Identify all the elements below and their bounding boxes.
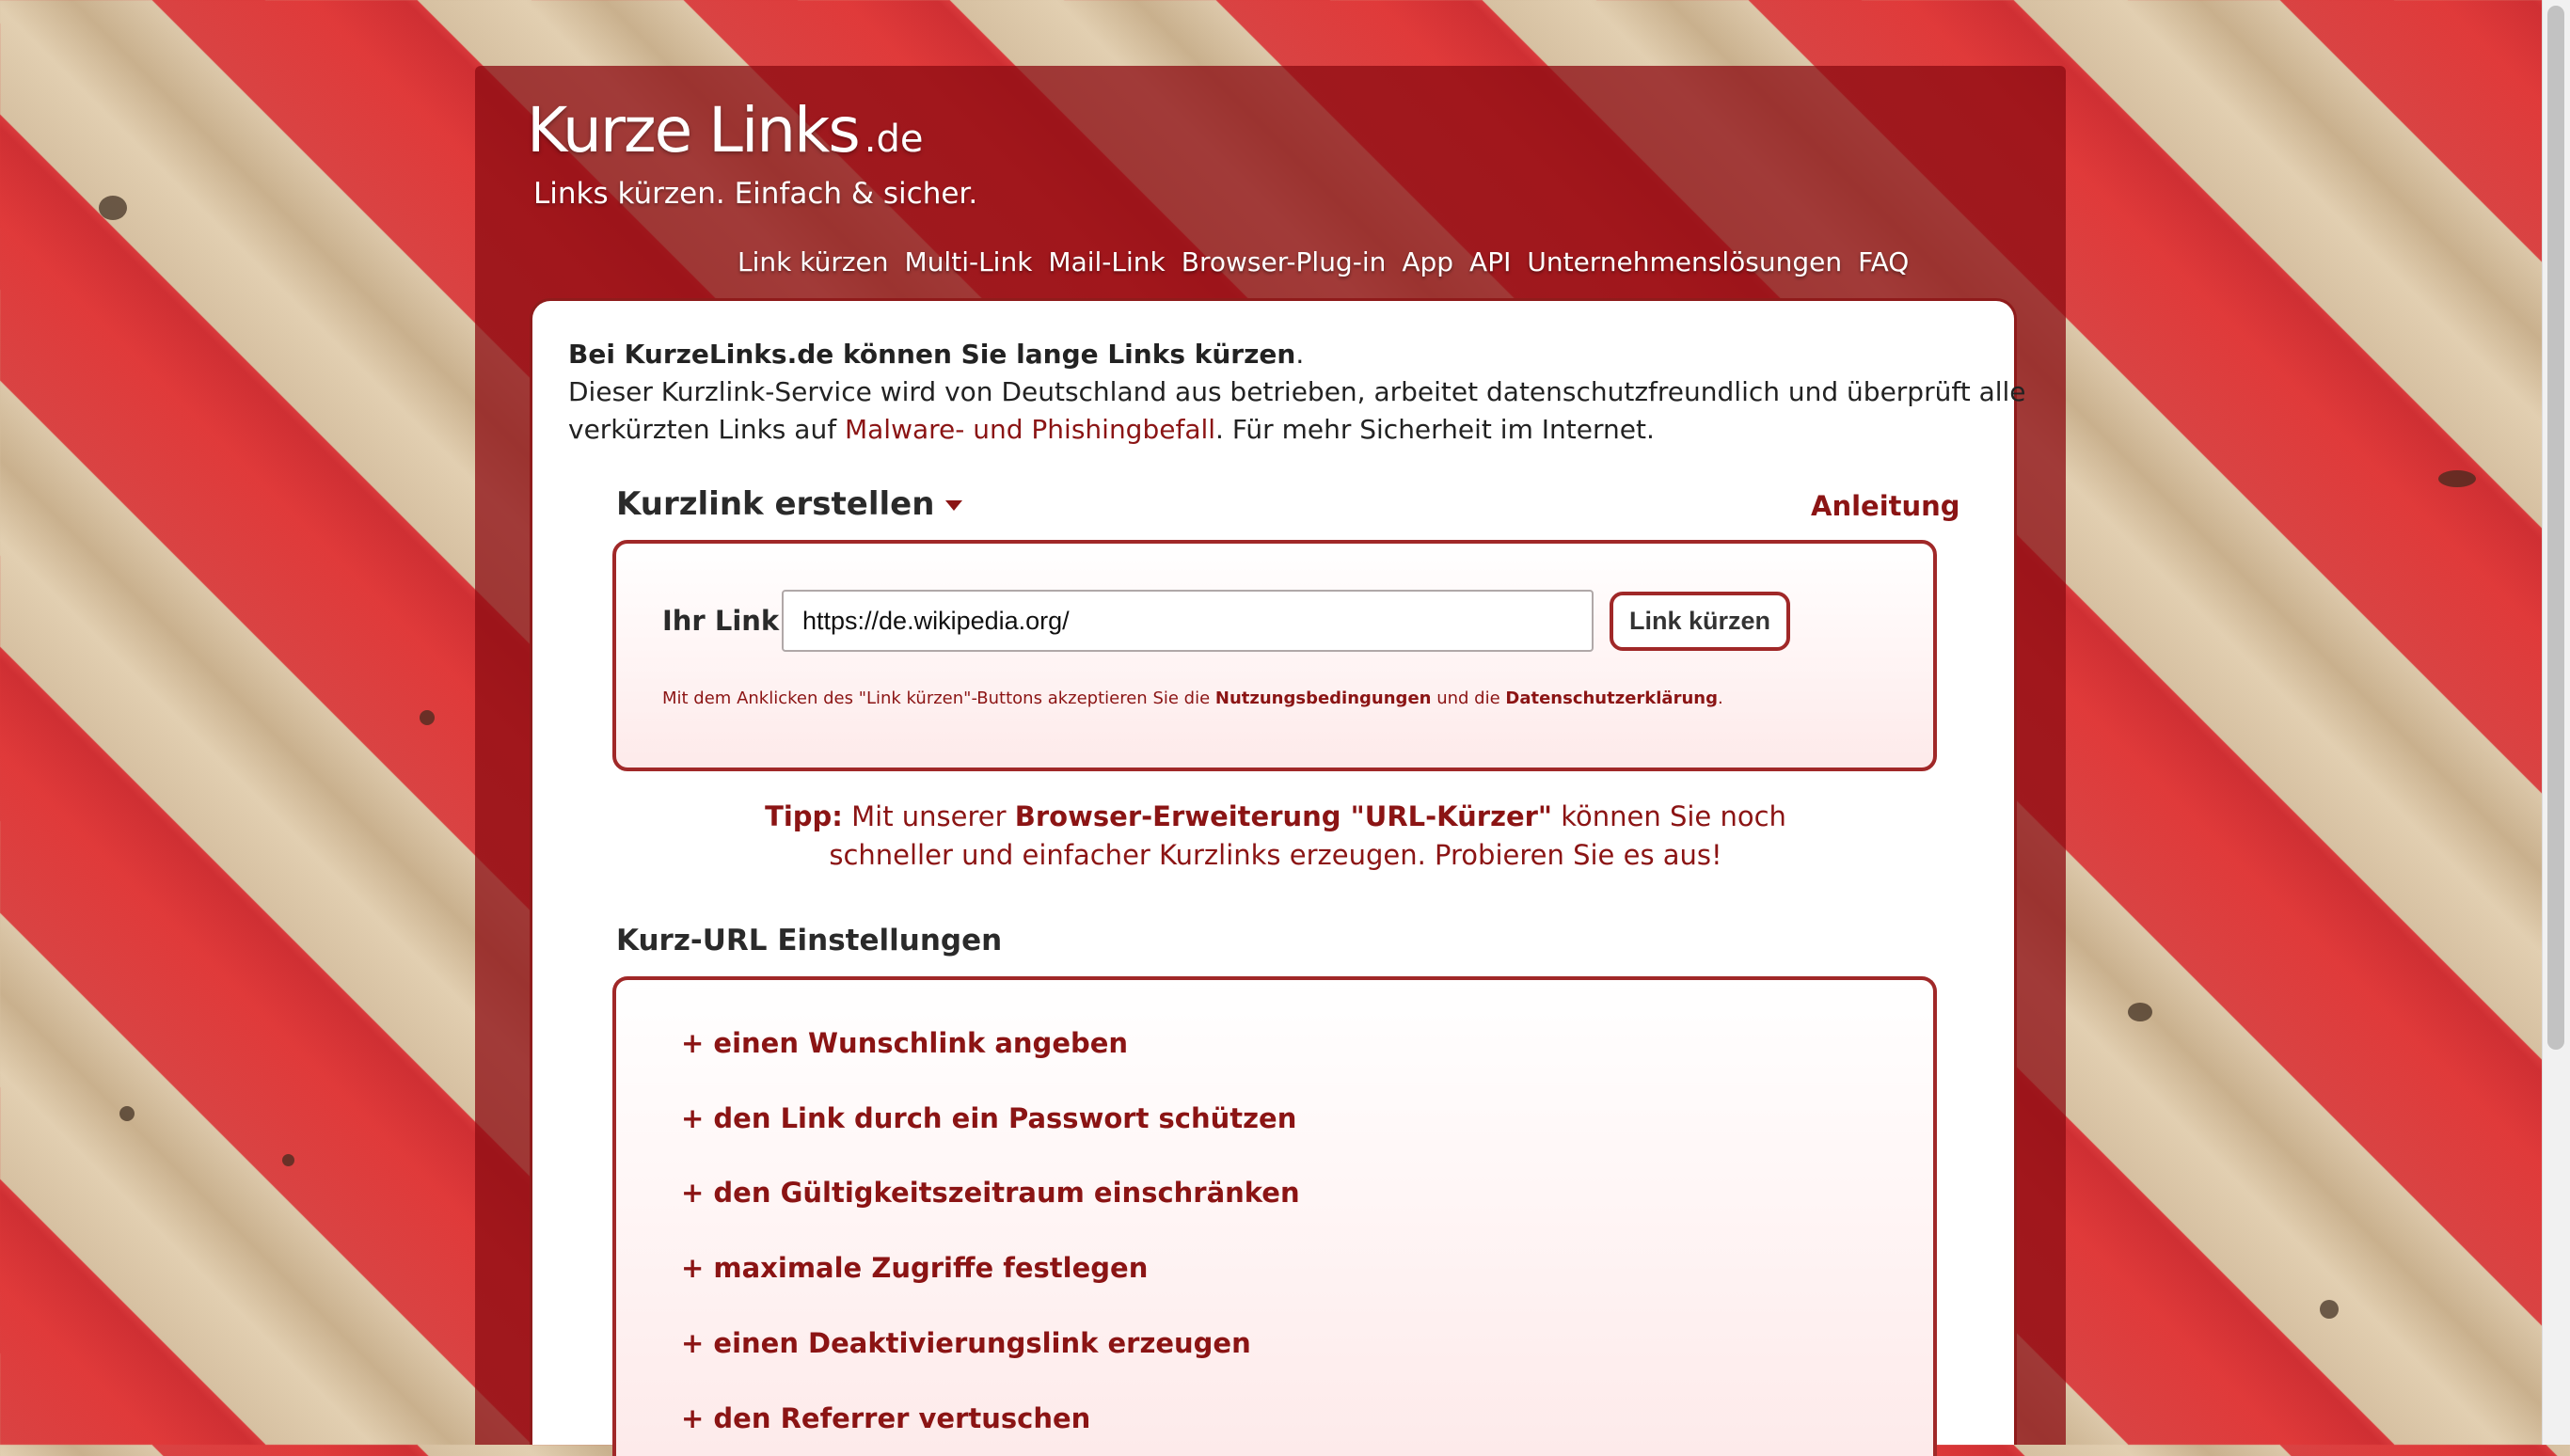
site-logo[interactable]: Kurze Links .de [527, 94, 923, 166]
create-link-box [612, 540, 1937, 771]
nav-app[interactable]: App [1402, 246, 1453, 277]
terms-of-use-link[interactable]: Nutzungsbedingungen [1215, 688, 1432, 708]
create-title-text: Kurzlink erstellen [616, 485, 935, 523]
background-knot [119, 1106, 135, 1121]
intro-bold: Bei KurzeLinks.de können Sie lange Links… [568, 339, 1296, 370]
tip-pre: Mit unserer [842, 800, 1015, 832]
tip-post: können Sie noch [1552, 800, 1786, 832]
intro-line-3: verkürzten Links auf Malware- und Phishi… [568, 411, 1655, 449]
nav-multi-link[interactable]: Multi-Link [905, 246, 1033, 277]
terms-pre: Mit dem Anklicken des "Link kürzen"-Butt… [662, 688, 1215, 708]
intro-bold-end: . [1295, 339, 1305, 370]
shorten-link-button[interactable]: Link kürzen [1610, 592, 1790, 651]
nav-mail-link[interactable]: Mail-Link [1048, 246, 1165, 277]
option-hide-referrer[interactable]: + den Referrer vertuschen [681, 1402, 1090, 1434]
intro-line3-post: . Für mehr Sicherheit im Internet. [1215, 414, 1655, 445]
scrollbar-thumb[interactable] [2547, 6, 2564, 1050]
background-knot [420, 710, 435, 725]
option-max-clicks[interactable]: + maximale Zugriffe festlegen [681, 1252, 1148, 1284]
background-knot [2438, 470, 2476, 487]
long-url-input[interactable] [782, 590, 1594, 652]
tip-line-2: schneller und einfacher Kurzlinks erzeug… [829, 839, 1722, 871]
intro-line-1: Bei KurzeLinks.de können Sie lange Links… [568, 336, 1304, 373]
guide-link[interactable]: Anleitung [1811, 490, 1960, 522]
tip-label: Tipp: [765, 800, 843, 832]
background-knot [2128, 1003, 2152, 1021]
link-label: Ihr Link: [662, 605, 790, 637]
settings-section-title: Kurz-URL Einstellungen [616, 924, 1003, 957]
option-deactivation-link[interactable]: + einen Deaktivierungslink erzeugen [681, 1327, 1251, 1359]
background-knot [2320, 1300, 2339, 1319]
site-tagline: Links kürzen. Einfach & sicher. [533, 177, 978, 211]
intro-line-2: Dieser Kurzlink-Service wird von Deutsch… [568, 376, 2026, 407]
logo-tld-text: .de [864, 118, 924, 161]
option-validity-period[interactable]: + den Gültigkeitszeitraum einschränken [681, 1177, 1300, 1209]
nav-unternehmensloesungen[interactable]: Unternehmenslösungen [1527, 246, 1842, 277]
background-knot [99, 196, 127, 220]
terms-post: . [1717, 688, 1723, 708]
tip-text: Tipp: Mit unserer Browser-Erweiterung "U… [640, 798, 1912, 875]
create-section-title[interactable]: Kurzlink erstellen [616, 485, 963, 523]
background-knot [282, 1154, 294, 1166]
terms-note: Mit dem Anklicken des "Link kürzen"-Butt… [662, 688, 1723, 708]
main-navigation: Link kürzen Multi-Link Mail-Link Browser… [738, 246, 1909, 277]
nav-api[interactable]: API [1469, 246, 1511, 277]
intro-line3-pre: verkürzten Links auf [568, 414, 845, 445]
terms-mid: und die [1431, 688, 1506, 708]
logo-main-text: Kurze Links [527, 94, 861, 166]
privacy-policy-link[interactable]: Datenschutzerklärung [1505, 688, 1718, 708]
caret-down-icon[interactable] [945, 500, 963, 511]
nav-browser-plugin[interactable]: Browser-Plug-in [1182, 246, 1387, 277]
tip-line-1: Tipp: Mit unserer Browser-Erweiterung "U… [640, 798, 1912, 836]
option-custom-alias[interactable]: + einen Wunschlink angeben [681, 1027, 1128, 1059]
nav-link-kuerzen[interactable]: Link kürzen [738, 246, 889, 277]
nav-faq[interactable]: FAQ [1858, 246, 1909, 277]
malware-phishing-link[interactable]: Malware- und Phishingbefall [845, 414, 1215, 445]
browser-extension-link[interactable]: Browser-Erweiterung "URL-Kürzer" [1015, 800, 1552, 832]
option-password-protect[interactable]: + den Link durch ein Passwort schützen [681, 1102, 1296, 1134]
